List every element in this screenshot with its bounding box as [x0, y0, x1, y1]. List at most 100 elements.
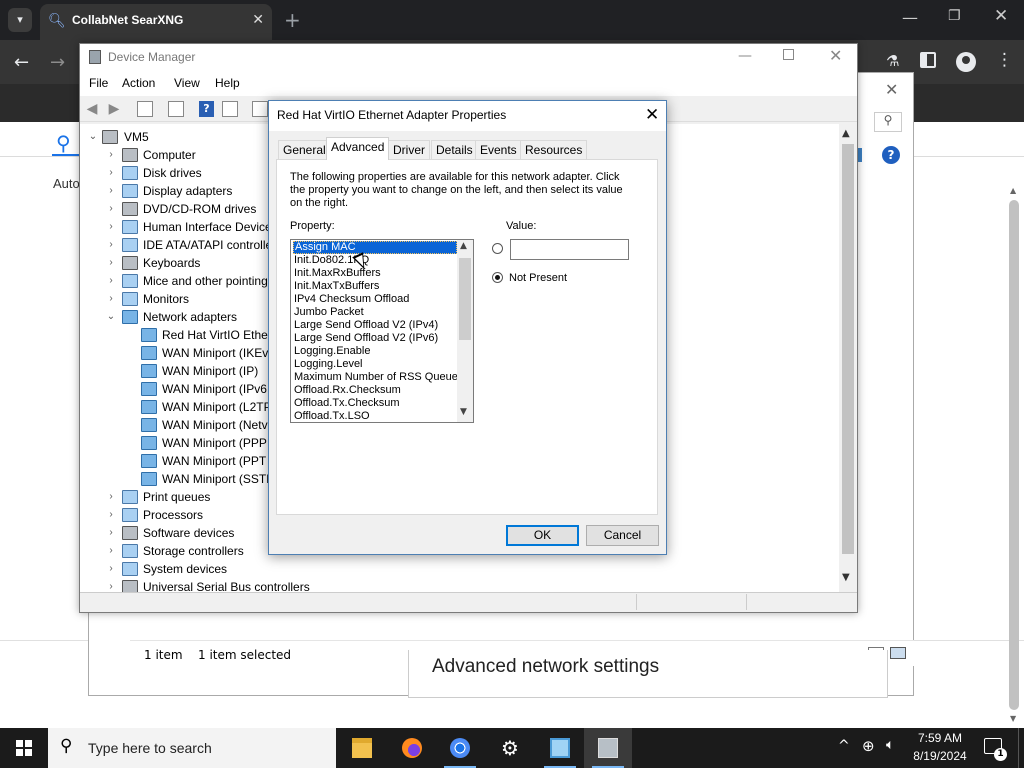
tab-advanced[interactable]: Advanced	[326, 137, 390, 160]
labs-flask-icon[interactable]: ⚗	[886, 52, 899, 70]
chevron-right-icon[interactable]: ›	[106, 524, 116, 542]
toolbar-properties-icon[interactable]	[137, 101, 153, 117]
tab-close-icon[interactable]: ✕	[252, 12, 264, 28]
browser-close-icon[interactable]: ✕	[994, 6, 1008, 26]
help-icon[interactable]: ?	[882, 146, 900, 164]
chevron-right-icon[interactable]: ›	[106, 560, 116, 578]
firefox-taskbar-button[interactable]	[388, 728, 436, 768]
device-tree-scroll-thumb[interactable]	[842, 144, 854, 554]
page-scroll-up-icon[interactable]: ▲	[1010, 186, 1016, 195]
toolbar-forward-icon[interactable]: ▶	[105, 100, 123, 118]
page-scrollbar[interactable]	[1009, 200, 1019, 710]
property-list-item[interactable]: Init.MaxRxBuffers	[293, 267, 457, 280]
menu-action[interactable]: Action	[122, 76, 155, 90]
property-scroll-up-icon[interactable]: ▲	[460, 241, 467, 251]
property-list-item[interactable]: IPv4 Checksum Offload	[293, 293, 457, 306]
menu-file[interactable]: File	[89, 76, 108, 90]
file-explorer-taskbar-button[interactable]	[338, 728, 386, 768]
not-present-radio[interactable]	[492, 272, 503, 283]
profile-avatar-icon[interactable]	[956, 52, 976, 72]
chevron-right-icon[interactable]: ›	[106, 488, 116, 506]
network-status-icon[interactable]: ⊕	[862, 737, 875, 755]
advanced-network-settings-title[interactable]: Advanced network settings	[432, 656, 659, 678]
clock-time[interactable]: 7:59 AM	[910, 731, 970, 745]
volume-muted-icon[interactable]: 🔈︎	[886, 737, 894, 753]
browser-minimize-icon[interactable]: —	[902, 8, 918, 27]
chevron-right-icon[interactable]: ›	[106, 146, 116, 164]
value-input[interactable]	[510, 239, 629, 260]
tree-category-item[interactable]: › System devices	[80, 560, 837, 578]
chevron-right-icon[interactable]: ›	[106, 200, 116, 218]
cancel-button[interactable]: Cancel	[586, 525, 659, 546]
forward-arrow-icon[interactable]: →	[50, 52, 65, 73]
network-connections-taskbar-button[interactable]	[536, 728, 584, 768]
browser-tab[interactable]: 🔍︎ CollabNet SearXNG ✕	[40, 4, 272, 40]
toolbar-monitor-icon[interactable]	[252, 101, 268, 117]
device-tree-scroll-down-icon[interactable]: ▼	[842, 572, 850, 583]
tiles-view-icon[interactable]	[890, 647, 906, 659]
chevron-right-icon[interactable]: ›	[106, 290, 116, 308]
chevron-down-icon[interactable]: ⌄	[88, 128, 98, 146]
property-list-item[interactable]: Logging.Enable	[293, 345, 457, 358]
tab-search-button[interactable]: ▾	[8, 8, 32, 32]
property-list-item[interactable]: Init.MaxTxBuffers	[293, 280, 457, 293]
windows-start-icon[interactable]	[16, 740, 32, 756]
property-list-item[interactable]: Offload.Tx.LSO	[293, 410, 457, 422]
tab-events[interactable]: Events	[475, 140, 522, 159]
toolbar-update-icon[interactable]	[168, 101, 184, 117]
clock-date[interactable]: 8/19/2024	[905, 749, 975, 763]
property-scroll-down-icon[interactable]: ▼	[460, 407, 467, 417]
property-list-item[interactable]: Assign MAC	[293, 241, 457, 254]
device-tree-scroll-up-icon[interactable]: ▲	[842, 128, 850, 139]
network-connections-search-icon[interactable]: ⚲	[874, 112, 902, 132]
tab-general[interactable]: General	[278, 140, 331, 159]
property-list-item[interactable]: Jumbo Packet	[293, 306, 457, 319]
property-list-item[interactable]: Offload.Rx.Checksum	[293, 384, 457, 397]
properties-close-icon[interactable]: ✕	[645, 105, 659, 125]
page-scroll-down-icon[interactable]: ▼	[1010, 714, 1016, 723]
new-tab-button[interactable]: +	[284, 8, 301, 32]
menu-view[interactable]: View	[174, 76, 200, 90]
chevron-right-icon[interactable]: ›	[106, 164, 116, 182]
tab-details[interactable]: Details	[431, 140, 478, 159]
property-list-item[interactable]: Large Send Offload V2 (IPv6)	[293, 332, 457, 345]
chrome-taskbar-button[interactable]	[436, 728, 484, 768]
chevron-right-icon[interactable]: ›	[106, 254, 116, 272]
toolbar-help-icon[interactable]: ?	[199, 101, 214, 117]
property-list-item[interactable]: Init.Do802.1PQ	[293, 254, 457, 267]
chevron-down-icon[interactable]: ⌄	[106, 308, 116, 326]
network-connections-close-icon[interactable]: ✕	[885, 80, 898, 99]
property-list-item[interactable]: Offload.Tx.Checksum	[293, 397, 457, 410]
browser-menu-icon[interactable]: ⋮	[996, 50, 1013, 70]
chevron-right-icon[interactable]: ›	[106, 542, 116, 560]
not-present-label[interactable]: Not Present	[509, 272, 567, 284]
property-list-scroll-thumb[interactable]	[459, 258, 471, 340]
settings-taskbar-button[interactable]: ⚙	[486, 728, 534, 768]
device-manager-minimize-icon[interactable]: —	[738, 48, 752, 64]
ok-button[interactable]: OK	[506, 525, 579, 546]
chevron-right-icon[interactable]: ›	[106, 236, 116, 254]
page-search-icon[interactable]: ⚲	[56, 131, 71, 155]
chevron-right-icon[interactable]: ›	[106, 506, 116, 524]
chevron-right-icon[interactable]: ›	[106, 272, 116, 290]
device-manager-close-icon[interactable]: ✕	[829, 46, 842, 65]
property-list-item[interactable]: Maximum Number of RSS Queues	[293, 371, 463, 384]
toolbar-back-icon[interactable]: ◀	[83, 100, 101, 118]
chevron-right-icon[interactable]: ›	[106, 182, 116, 200]
property-list-item[interactable]: Logging.Level	[293, 358, 457, 371]
value-radio[interactable]	[492, 243, 503, 254]
tab-resources[interactable]: Resources	[520, 140, 588, 159]
device-manager-taskbar-button[interactable]	[584, 728, 632, 768]
side-panel-icon[interactable]	[920, 52, 936, 68]
property-list-item[interactable]: Large Send Offload V2 (IPv4)	[293, 319, 457, 332]
browser-restore-icon[interactable]: ❐	[948, 8, 961, 24]
device-manager-maximize-icon[interactable]	[783, 49, 794, 60]
menu-help[interactable]: Help	[215, 76, 240, 90]
taskbar-search-placeholder[interactable]: Type here to search	[88, 740, 212, 756]
chevron-right-icon[interactable]: ›	[106, 218, 116, 236]
toolbar-view-icon[interactable]	[222, 101, 238, 117]
back-arrow-icon[interactable]: ←	[14, 52, 29, 73]
property-list[interactable]: Assign MAC Init.Do802.1PQ Init.MaxRxBuffer…	[290, 239, 474, 423]
system-tray-chevron-icon[interactable]: ^	[838, 738, 850, 754]
tab-driver[interactable]: Driver	[388, 140, 430, 159]
